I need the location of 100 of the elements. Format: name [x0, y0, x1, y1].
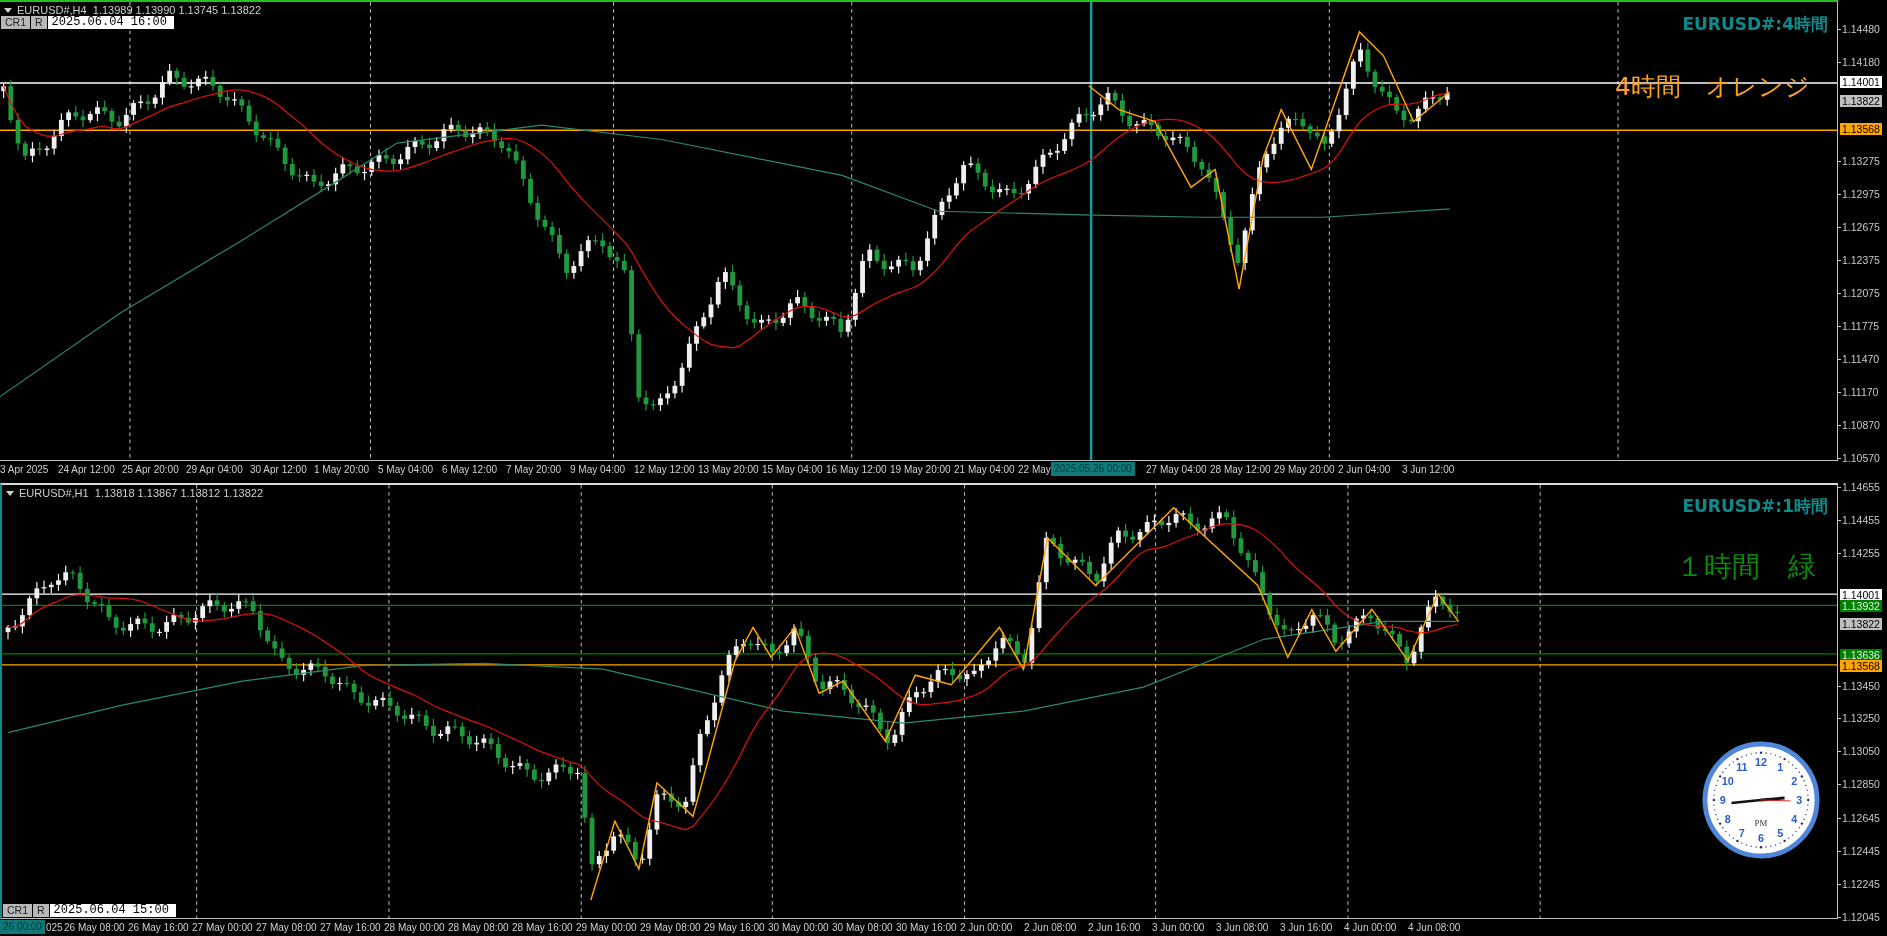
- time-label: 2 Jun 08:00: [1024, 921, 1077, 934]
- price-label: 1.12375: [1842, 253, 1880, 266]
- time-label: 28 May 12:00: [1210, 463, 1271, 476]
- time-label: 3 Jun 16:00: [1280, 921, 1333, 934]
- chart-title: EURUSD#:4時間: [1682, 13, 1828, 36]
- price-label: 1.13275: [1842, 155, 1880, 168]
- time-label: 21 May 04:00: [954, 463, 1015, 476]
- meridiem-label: PM: [1754, 817, 1768, 828]
- chart-header: EURUSD#,H1 1.13818 1.13867 1.13812 1.13822: [19, 487, 263, 500]
- clock-numeral: 7: [1738, 827, 1745, 840]
- time-label: 4 Jun 00:00: [1344, 921, 1397, 934]
- price-label: 1.12675: [1842, 221, 1880, 234]
- clock-numeral: 9: [1719, 793, 1726, 806]
- time-label: 16 May 12:00: [826, 463, 887, 476]
- time-label: 3 Jun 00:00: [1152, 921, 1205, 934]
- time-label: 29 May 20:00: [1274, 463, 1335, 476]
- time-label: 29 May 08:00: [640, 921, 701, 934]
- clock-numeral: 12: [1755, 755, 1767, 768]
- price-label: 1.14480: [1842, 23, 1880, 35]
- time-label: 27 May 16:00: [320, 921, 381, 934]
- price-label: 1.12975: [1842, 188, 1880, 201]
- time-label: 29 May 16:00: [704, 921, 765, 934]
- time-label: 28 May 00:00: [384, 921, 445, 934]
- time-label: 9 May 04:00: [570, 463, 626, 476]
- time-label: 025: [46, 921, 63, 934]
- clock-numeral: 6: [1758, 832, 1764, 845]
- time-label: 12 May 12:00: [634, 463, 695, 476]
- price-tag: 1.13568: [1840, 123, 1882, 136]
- time-label: 27 May 08:00: [256, 921, 317, 934]
- clock-numeral: 4: [1791, 813, 1798, 826]
- time-label: 29 May 00:00: [576, 921, 637, 934]
- time-label: 27 May 04:00: [1146, 463, 1207, 476]
- price-label: 1.11170: [1842, 386, 1879, 399]
- time-label: 28 May 08:00: [448, 921, 509, 934]
- time-label: 19 May 20:00: [890, 463, 951, 476]
- price-label: 1.13250: [1842, 712, 1880, 725]
- time-label: 30 May 08:00: [832, 921, 893, 934]
- time-label: 25 Apr 20:00: [122, 463, 179, 476]
- clock-numeral: 11: [1736, 760, 1748, 773]
- clock-numeral: 10: [1721, 774, 1734, 787]
- time-label: 30 May 00:00: [768, 921, 829, 934]
- time-label: 29 Apr 04:00: [186, 463, 243, 476]
- time-label: 7 May 20:00: [506, 463, 562, 476]
- clock-numeral: 5: [1777, 827, 1784, 840]
- price-label: 1.11775: [1842, 319, 1880, 332]
- price-label: 1.13050: [1842, 745, 1880, 758]
- time-label: 2 Jun 04:00: [1338, 463, 1391, 476]
- toolbar-button[interactable]: R: [33, 904, 49, 917]
- time-label: 30 May 16:00: [896, 921, 957, 934]
- toolbar-button[interactable]: R: [31, 16, 47, 29]
- time-label: 15 May 04:00: [762, 463, 823, 476]
- clock-numeral: 2: [1791, 774, 1798, 787]
- price-label: 1.14180: [1842, 55, 1880, 68]
- time-label: 30 Apr 12:00: [250, 463, 307, 476]
- chart-title: EURUSD#:1時間: [1682, 495, 1828, 518]
- price-tag: 1.13822: [1840, 618, 1882, 631]
- price-tag: 1.14001: [1840, 588, 1882, 601]
- price-tag: 1.13568: [1840, 660, 1882, 673]
- time-label: 5 May 04:00: [378, 463, 434, 476]
- chart-header: EURUSD#,H4 1.13989 1.13990 1.13745 1.13822: [17, 4, 261, 17]
- toolbar-button[interactable]: CR1: [3, 904, 32, 917]
- time-label: 1 May 20:00: [314, 463, 370, 476]
- time-label: 4 Jun 08:00: [1408, 921, 1461, 934]
- time-label: 6 May 12:00: [442, 463, 498, 476]
- toolbar-button[interactable]: CR1: [1, 16, 30, 29]
- clock-numeral: 8: [1724, 813, 1731, 826]
- clock-numeral: 3: [1796, 793, 1803, 806]
- time-label: 24 Apr 12:00: [58, 463, 115, 476]
- price-tag: 1.13932: [1840, 600, 1882, 613]
- time-label: 26 May 08:00: [64, 921, 125, 934]
- price-label: 1.14655: [1842, 481, 1880, 493]
- price-label: 1.12645: [1842, 812, 1880, 825]
- price-label: 1.13450: [1842, 679, 1880, 692]
- time-field[interactable]: 2025.06.04 16:00: [47, 16, 174, 29]
- price-tag: 1.13822: [1840, 95, 1882, 108]
- clock-numeral: 1: [1777, 760, 1784, 773]
- price-label: 1.11470: [1842, 353, 1880, 366]
- chart-note: １時間 緑: [1676, 549, 1816, 585]
- time-label: 26 May 16:00: [128, 921, 189, 934]
- time-label: 28 May 16:00: [512, 921, 573, 934]
- time-field[interactable]: 2025.06.04 15:00: [49, 904, 176, 917]
- price-label: 1.12850: [1842, 778, 1880, 791]
- time-label: 27 May 00:00: [192, 921, 253, 934]
- price-tag: 1.14001: [1840, 75, 1882, 88]
- time-label: 2 Jun 16:00: [1088, 921, 1141, 934]
- time-label: 13 May 20:00: [698, 463, 759, 476]
- price-tag: 1.13636: [1840, 648, 1882, 661]
- price-label: 1.12245: [1842, 878, 1880, 891]
- price-label: 1.10870: [1842, 419, 1880, 432]
- price-label: 1.10570: [1842, 452, 1880, 464]
- price-label: 1.12075: [1842, 286, 1880, 299]
- time-label: 22 May: [1018, 463, 1051, 476]
- price-label: 1.14455: [1842, 513, 1880, 526]
- time-label: 2 Jun 00:00: [960, 921, 1013, 934]
- time-label: 3 Jun 08:00: [1216, 921, 1269, 934]
- price-label: 1.14255: [1842, 546, 1880, 559]
- price-label: 1.12045: [1842, 911, 1880, 923]
- price-label: 1.12445: [1842, 845, 1880, 858]
- time-label: 3 Jun 12:00: [1402, 463, 1455, 476]
- time-label: 3 Apr 2025: [0, 463, 49, 476]
